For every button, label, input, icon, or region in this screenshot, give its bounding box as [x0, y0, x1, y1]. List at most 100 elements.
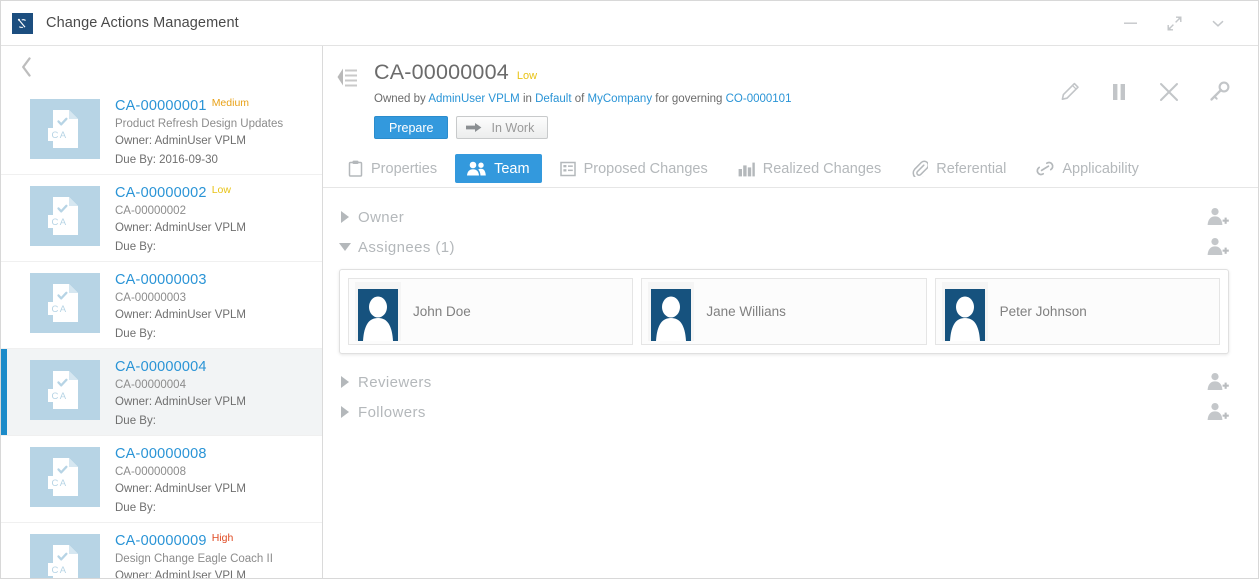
- pause-button[interactable]: [1094, 73, 1144, 111]
- list-item-description: Design Change Eagle Coach II: [115, 553, 273, 565]
- ca-document-icon: CA: [30, 99, 100, 159]
- tab-referential[interactable]: Referential: [899, 154, 1018, 183]
- paperclip-icon: [911, 160, 929, 177]
- list-item-id[interactable]: CA-00000003: [115, 272, 207, 288]
- window-controls: [1108, 6, 1258, 40]
- list-item-id[interactable]: CA-00000009: [115, 533, 207, 549]
- person-card[interactable]: Jane Willians: [641, 278, 927, 345]
- section-title: Reviewers: [358, 373, 432, 391]
- list-item[interactable]: CA CA-00000003 CA-00000003 Owner: AdminUser…: [1, 262, 322, 349]
- section-header[interactable]: Followers: [323, 397, 1258, 427]
- section-header[interactable]: Assignees (1): [323, 232, 1258, 262]
- expand-button[interactable]: [1152, 6, 1196, 40]
- tab-applicability[interactable]: Applicability: [1024, 154, 1151, 183]
- list-item[interactable]: CA CA-00000008 CA-00000008 Owner: AdminUser…: [1, 436, 322, 523]
- detail-panel: CA-00000004 Low Owned by AdminUser VPLM …: [323, 46, 1258, 578]
- ca-document-icon: CA: [48, 371, 78, 409]
- tab-label: Realized Changes: [762, 160, 882, 177]
- svg-text:CA: CA: [52, 478, 68, 489]
- tab-label: Applicability: [1062, 160, 1139, 177]
- triangle-right-icon[interactable]: [336, 375, 354, 389]
- edit-button[interactable]: [1044, 73, 1094, 111]
- list-item-id[interactable]: CA-00000008: [115, 446, 207, 462]
- governing-change-order-link[interactable]: CO-0000101: [726, 93, 792, 105]
- section-header[interactable]: Reviewers: [323, 367, 1258, 397]
- ca-document-icon: CA: [30, 360, 100, 420]
- owner-link[interactable]: AdminUser VPLM: [428, 93, 519, 105]
- organization-link[interactable]: MyCompany: [588, 93, 653, 105]
- list-item-text: CA-00000009 High Design Change Eagle Coach…: [115, 531, 273, 578]
- clipboard-icon: [348, 160, 363, 177]
- svg-text:CA: CA: [52, 391, 68, 402]
- next-state-button[interactable]: In Work: [456, 116, 549, 139]
- person-name: John Doe: [413, 304, 471, 319]
- title-bar: Change Actions Management: [1, 1, 1258, 46]
- tab-label: Team: [494, 160, 530, 177]
- tab-realized-changes[interactable]: Realized Changes: [726, 154, 894, 183]
- permissions-button[interactable]: [1194, 73, 1244, 111]
- person-name: Jane Willians: [706, 304, 786, 319]
- tab-properties[interactable]: Properties: [336, 154, 449, 183]
- arrow-right-icon: [466, 122, 482, 133]
- avatar: [941, 282, 988, 341]
- list-item-text: CA-00000001 Medium Product Refresh Design …: [115, 96, 283, 166]
- add-person-icon[interactable]: [1207, 207, 1229, 227]
- list-item-id[interactable]: CA-00000001: [115, 98, 207, 114]
- person-card[interactable]: Peter Johnson: [934, 278, 1220, 345]
- list-item-owner: Owner: AdminUser VPLM: [115, 570, 247, 578]
- close-button[interactable]: [1144, 73, 1194, 111]
- next-state-label: In Work: [491, 120, 535, 135]
- sidebar-header: [1, 46, 322, 88]
- ca-document-icon: CA: [30, 447, 100, 507]
- list-item-due-date: Due By:: [115, 328, 156, 340]
- in-label: in: [522, 93, 532, 105]
- chevron-left-icon[interactable]: [14, 54, 38, 80]
- current-state-button[interactable]: Prepare: [374, 116, 449, 139]
- ca-document-icon: CA: [48, 545, 78, 578]
- list-item[interactable]: CA CA-00000004 CA-00000004 Owner: AdminUser…: [1, 349, 322, 436]
- add-person-icon[interactable]: [1207, 402, 1229, 422]
- section-title: Followers: [358, 403, 426, 421]
- people-icon: [467, 161, 486, 176]
- list-item-id[interactable]: CA-00000002: [115, 185, 207, 201]
- svg-text:CA: CA: [52, 304, 68, 315]
- list-item-priority: Low: [211, 184, 231, 196]
- person-avatar: [651, 289, 692, 341]
- list-item-id[interactable]: CA-00000004: [115, 359, 207, 375]
- tab-team[interactable]: Team: [455, 154, 542, 183]
- list-item-text: CA-00000004 CA-00000004 Owner: AdminUser V…: [115, 357, 246, 427]
- bar-chart-icon: [738, 161, 755, 177]
- list-item-description: CA-00000003: [115, 292, 186, 304]
- add-person-icon[interactable]: [1207, 237, 1229, 257]
- list-item[interactable]: CA CA-00000009 High Design Change Eagle Coa…: [1, 523, 322, 578]
- tab-label: Properties: [371, 160, 438, 177]
- add-person-icon[interactable]: [1207, 372, 1229, 392]
- collab-space-link[interactable]: Default: [535, 93, 571, 105]
- tab-label: Referential: [936, 160, 1007, 177]
- change-actions-list[interactable]: CA CA-00000001 Medium Product Refresh Desig…: [1, 88, 322, 578]
- ca-document-icon: CA: [30, 186, 100, 246]
- section-header[interactable]: Owner: [323, 202, 1258, 232]
- change-actions-list-sidebar: CA CA-00000001 Medium Product Refresh Desig…: [1, 46, 323, 578]
- more-button[interactable]: [1196, 6, 1240, 40]
- list-item-owner: Owner: AdminUser VPLM: [115, 222, 247, 234]
- triangle-right-icon[interactable]: [336, 210, 354, 224]
- change-actions-management-window: Change Actions Management CA CA-00000001…: [0, 0, 1259, 579]
- triangle-right-icon[interactable]: [336, 405, 354, 419]
- triangle-down-icon[interactable]: [336, 241, 354, 253]
- assignees-card-panel: John Doe Jane Willians Peter Johnson: [339, 269, 1229, 354]
- priority-badge: Low: [516, 70, 538, 82]
- list-item[interactable]: CA CA-00000001 Medium Product Refresh Desig…: [1, 88, 322, 175]
- back-to-list-icon[interactable]: [336, 66, 360, 139]
- avatar: [355, 282, 401, 341]
- list-item-priority: High: [211, 532, 234, 544]
- tab-proposed-changes[interactable]: Proposed Changes: [548, 154, 720, 183]
- owned-by-label: Owned by: [374, 93, 426, 105]
- list-item-text: CA-00000008 CA-00000008 Owner: AdminUser V…: [115, 444, 246, 514]
- list-item-description: CA-00000004: [115, 379, 186, 391]
- list-item[interactable]: CA CA-00000002 Low CA-00000002 Owner: AdminU…: [1, 175, 322, 262]
- section-title: Owner: [358, 208, 405, 226]
- person-card[interactable]: John Doe: [348, 278, 634, 345]
- detail-tabs[interactable]: Properties Team Proposed Changes Realized C…: [323, 150, 1258, 188]
- minimize-button[interactable]: [1108, 6, 1152, 40]
